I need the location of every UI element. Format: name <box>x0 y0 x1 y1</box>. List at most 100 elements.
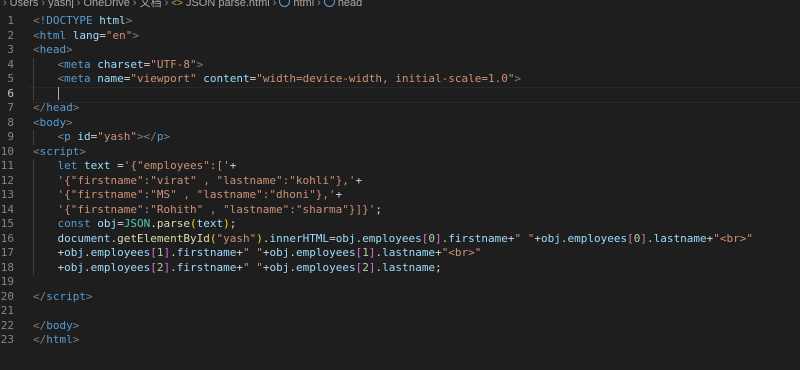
breadcrumb-label: yashj <box>48 0 74 8</box>
code-token: [ <box>150 260 157 274</box>
code-line[interactable]: 11 let text ='{"employees":['+ <box>0 159 800 174</box>
code-token: body <box>46 318 73 332</box>
breadcrumb-item[interactable]: 文档 <box>140 0 162 8</box>
code-token: > <box>125 14 133 27</box>
code-text: const obj=JSON.parse(text); <box>58 217 237 232</box>
code-token: < <box>33 115 40 129</box>
code-line[interactable]: 17 +obj.employees[1].firstname+" "+obj.em… <box>0 246 800 261</box>
breadcrumb-separator: › <box>317 0 321 8</box>
code-token: . <box>560 231 568 245</box>
code-token: ></ <box>137 130 157 143</box>
code-line[interactable]: 23 </html> <box>0 333 800 348</box>
code-line[interactable]: 15 const obj=JSON.parse(text); <box>0 217 800 232</box>
code-text: </head> <box>33 101 79 116</box>
breadcrumb-label: OneDrive <box>83 0 130 8</box>
code-line[interactable]: 16 document.getElementById("yash").innerH… <box>0 232 800 247</box>
code-token: name <box>97 72 124 85</box>
indent-guide <box>33 159 34 174</box>
code-line[interactable]: 8 <body> <box>0 116 800 131</box>
breadcrumb-item[interactable]: html <box>279 0 314 8</box>
line-number: 12 <box>0 173 14 187</box>
code-token: employees <box>295 260 356 274</box>
code-token: > <box>196 57 204 71</box>
code-token: </ <box>33 333 47 346</box>
code-line[interactable]: 9 <p id="yash"></p> <box>0 130 800 145</box>
code-token: '{"firstname":"Rohith" , "lastname":"sha… <box>57 202 376 216</box>
html-element-icon <box>323 0 335 7</box>
code-token: firstname <box>176 260 237 274</box>
code-line[interactable]: 5 <meta name="viewport" content="width=de… <box>0 72 800 87</box>
code-token: . <box>289 260 296 274</box>
code-token: </ <box>33 289 47 303</box>
code-token: "<br>" <box>441 246 482 259</box>
code-token: charset <box>97 57 144 71</box>
code-line[interactable]: 4 <meta charset="UTF-8"> <box>0 58 800 73</box>
code-token: ) <box>256 231 263 245</box>
code-token: employees <box>295 246 356 259</box>
code-token: script <box>39 144 80 158</box>
breadcrumb-label: JSON parse.html <box>185 0 270 8</box>
code-line[interactable]: 10 <script> <box>0 145 800 160</box>
code-token: lang <box>72 28 100 42</box>
code-line[interactable]: 7 </head> <box>0 101 800 116</box>
code-line[interactable]: 22 </body> <box>0 319 800 334</box>
code-token: + <box>229 159 237 172</box>
code-text: </script> <box>33 290 93 305</box>
line-number: 20 <box>0 289 14 303</box>
breadcrumb-item[interactable]: <> JSON parse.html <box>171 0 269 8</box>
line-number: 6 <box>7 86 14 100</box>
code-token: . <box>170 260 177 274</box>
code-token: + <box>355 173 363 187</box>
code-text: '{"firstname":"virat" , "lastname":"kohl… <box>58 174 363 189</box>
breadcrumb-item[interactable]: head <box>323 0 362 8</box>
code-line[interactable]: 3 <head> <box>0 43 800 58</box>
code-text: '{"firstname":"Rohith" , "lastname":"sha… <box>58 203 383 218</box>
code-token: 1 <box>362 246 369 259</box>
code-token: p <box>64 130 71 143</box>
code-token: html <box>46 333 73 346</box>
code-token: employees <box>362 231 422 245</box>
code-line[interactable]: 14 '{"firstname":"Rohith" , "lastname":"s… <box>0 203 800 218</box>
code-line[interactable]: 18 +obj.employees[2].firstname+" "+obj.em… <box>0 261 800 276</box>
code-text: </html> <box>33 333 79 348</box>
code-line[interactable]: 13 '{"firstname":"MS" , "lastname":"dhoni… <box>0 188 800 203</box>
code-line[interactable]: 6 <box>0 86 800 102</box>
code-token: html <box>99 14 126 27</box>
code-text: +obj.employees[2].firstname+" "+obj.empl… <box>58 261 442 276</box>
code-token: " " <box>514 231 535 245</box>
code-text: '{"firstname":"MS" , "lastname":"dhoni"}… <box>58 188 343 203</box>
code-token: firstname <box>448 231 508 245</box>
code-text: let text ='{"employees":['+ <box>58 159 237 174</box>
code-editor[interactable]: 1 <!DOCTYPE html> 2 <html lang="en"> 3 <head>… <box>0 8 800 370</box>
indent-guide <box>33 188 34 203</box>
code-line[interactable]: 2 <html lang="en"> <box>0 29 800 44</box>
code-text: <body> <box>33 116 73 131</box>
code-token: > <box>72 101 80 114</box>
code-token: [ <box>627 231 634 245</box>
line-number: 7 <box>7 101 14 114</box>
breadcrumb-item[interactable]: Users <box>10 0 39 8</box>
code-line[interactable]: 20 </script> <box>0 290 800 305</box>
breadcrumb-separator: › <box>272 0 277 8</box>
code-line[interactable]: 19 <box>0 275 800 290</box>
code-line[interactable]: 12 '{"firstname":"virat" , "lastname":"ko… <box>0 174 800 189</box>
code-line[interactable]: 21 <box>0 304 800 319</box>
code-line[interactable]: 1 <!DOCTYPE html> <box>0 14 800 29</box>
breadcrumb-item[interactable]: OneDrive <box>83 0 129 8</box>
code-token: obj <box>97 217 118 230</box>
breadcrumb-item[interactable]: yashj <box>48 0 74 8</box>
code-token: + <box>507 231 515 245</box>
breadcrumb-label: html <box>293 0 315 8</box>
json-file-icon: <> <box>171 0 183 8</box>
code-token: getElementById <box>117 231 210 245</box>
line-number: 13 <box>0 188 14 201</box>
line-number: 9 <box>7 130 14 143</box>
code-token: html <box>39 28 67 42</box>
code-token: = <box>329 231 336 245</box>
code-token: employees <box>567 231 628 245</box>
code-token: > <box>86 289 93 303</box>
indent-guide <box>33 231 34 246</box>
breadcrumb-label: Users <box>9 0 39 8</box>
